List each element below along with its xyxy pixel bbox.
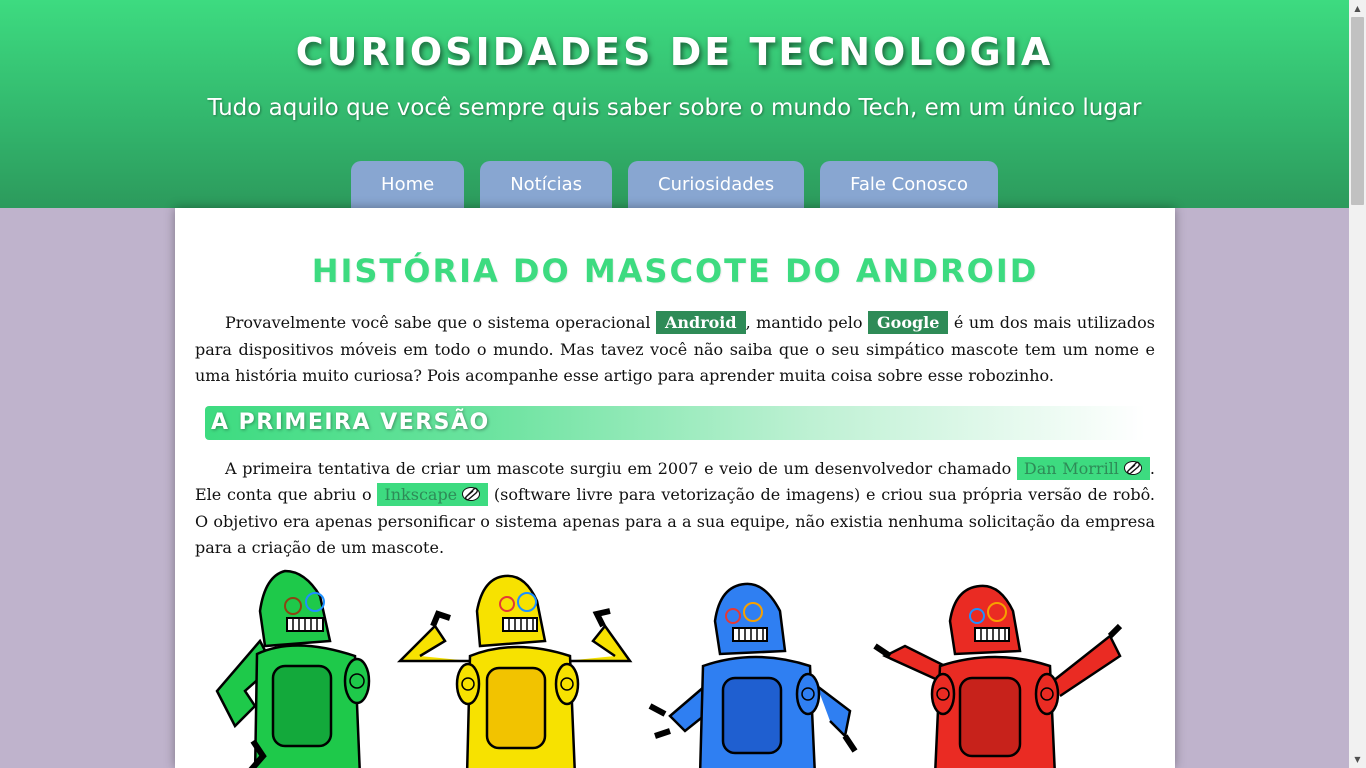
section-title-primeira-versao: A PRIMEIRA VERSÃO — [205, 405, 1145, 440]
yellow-robot-illustration — [396, 574, 633, 768]
main-nav: Home Notícias Curiosidades Fale Conosco — [0, 161, 1349, 208]
link-inkscape-label: Inkscape — [384, 485, 458, 504]
site-header: CURIOSIDADES DE TECNOLOGIA Tudo aquilo q… — [0, 0, 1349, 208]
site-subtitle: Tudo aquilo que você sempre quis saber s… — [207, 95, 1142, 121]
scroll-down-arrow-icon[interactable]: ▼ — [1349, 751, 1366, 768]
nav-fale-conosco[interactable]: Fale Conosco — [820, 161, 998, 208]
nav-home[interactable]: Home — [351, 161, 465, 208]
section1-paragraph: A primeira tentativa de criar um mascote… — [195, 456, 1155, 562]
robot-mascots-image — [215, 569, 1123, 768]
section1-text-1: A primeira tentativa de criar um mascote… — [225, 458, 1017, 478]
nav-noticias[interactable]: Notícias — [480, 161, 613, 208]
link-dan-morrill-label: Dan Morrill — [1023, 458, 1119, 478]
scroll-up-arrow-icon[interactable]: ▲ — [1349, 0, 1366, 17]
page-scrollbar[interactable]: ▲ ▼ — [1349, 0, 1366, 768]
link-dan-morrill[interactable]: Dan Morrill — [1016, 456, 1150, 480]
paperclip-icon — [1123, 460, 1142, 475]
link-inkscape[interactable]: Inkscape — [377, 483, 489, 506]
article-title: HISTÓRIA DO MASCOTE DO ANDROID — [311, 252, 1039, 290]
article-container: HISTÓRIA DO MASCOTE DO ANDROID Provavelm… — [175, 208, 1175, 768]
scroll-thumb[interactable] — [1351, 17, 1364, 205]
intro-text-1: Provavelmente você sabe que o sistema op… — [225, 313, 656, 332]
green-robot-illustration — [215, 569, 371, 768]
site-title: CURIOSIDADES DE TECNOLOGIA — [295, 30, 1054, 74]
nav-curiosidades[interactable]: Curiosidades — [628, 161, 805, 208]
highlight-google: Google — [867, 311, 949, 334]
intro-text-2: , mantido pelo — [745, 313, 868, 332]
highlight-android: Android — [655, 311, 746, 334]
red-robot-illustration — [873, 584, 1123, 768]
paperclip-icon — [462, 487, 481, 501]
blue-robot-illustration — [648, 582, 858, 768]
intro-paragraph: Provavelmente você sabe que o sistema op… — [195, 310, 1155, 390]
